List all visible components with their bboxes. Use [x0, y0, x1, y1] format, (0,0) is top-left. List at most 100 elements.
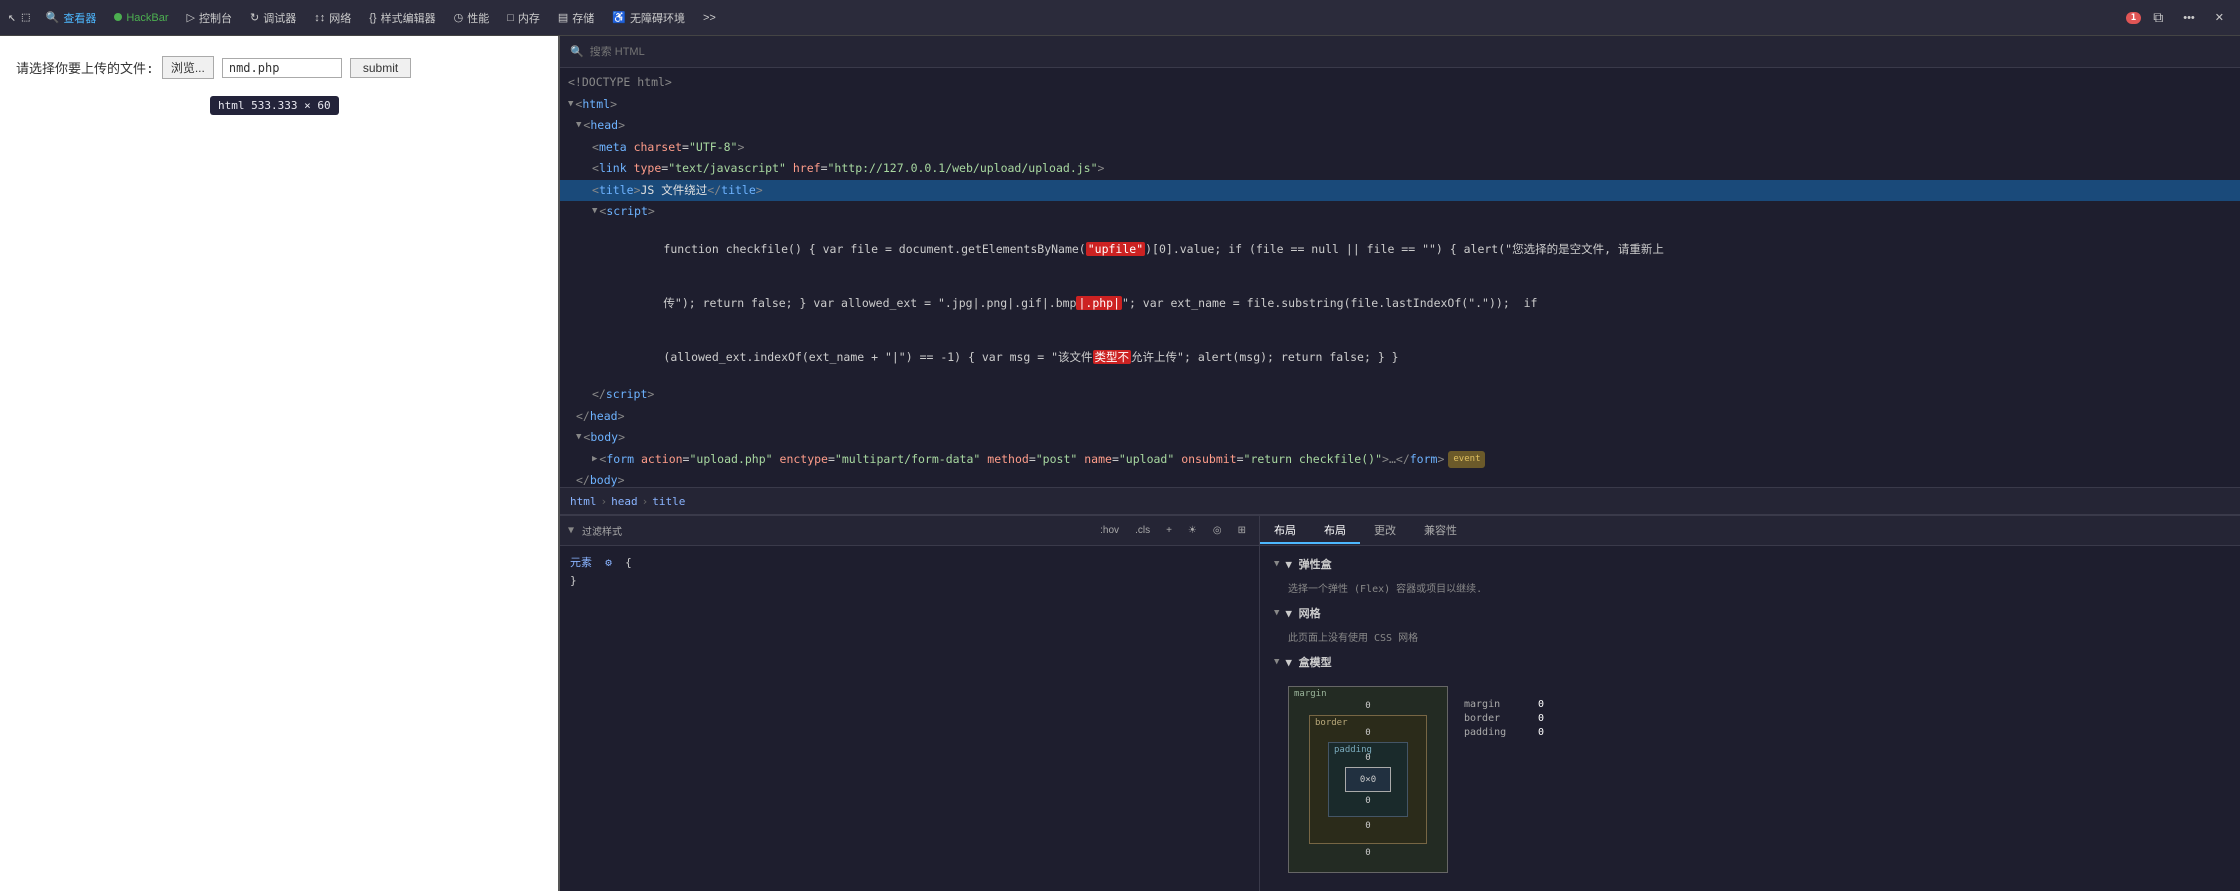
margin-label: margin	[1294, 689, 1327, 699]
padding-bottom-val: 0	[1345, 796, 1391, 806]
gear-icon: ⚙	[605, 556, 612, 569]
layout-panel: 布局 布局 更改 兼容性 ▼ ▼ 弹性盒 选择一个弹性 (Flex) 容器或项目…	[1260, 516, 2240, 891]
memory-icon: □	[507, 12, 514, 24]
layout-content: ▼ ▼ 弹性盒 选择一个弹性 (Flex) 容器或项目以继续. ▼ ▼ 网格 此…	[1260, 546, 2240, 891]
grid-desc: 此页面上没有使用 CSS 网格	[1288, 629, 2226, 644]
border-bottom-val: 0	[1328, 821, 1408, 831]
styles-content: 元素 ⚙ { }	[560, 546, 1259, 891]
accessibility-icon: ♿	[612, 11, 626, 24]
accessibility-tab-btn[interactable]: ♿ 无障碍环境	[604, 7, 693, 29]
box-model-section-header[interactable]: ▼ ▼ 盒模型	[1274, 654, 2226, 670]
script-collapse-arrow[interactable]: ▼	[592, 204, 597, 219]
color-scheme-btn[interactable]: ◎	[1208, 523, 1227, 538]
styles-toolbar: ▼ 过滤样式 :hov .cls + ☀ ◎ ⊞	[560, 516, 1259, 546]
search-icon: 🔍	[570, 45, 584, 58]
doctype-line[interactable]: <!DOCTYPE html>	[560, 72, 2240, 94]
flex-desc: 选择一个弹性 (Flex) 容器或项目以继续.	[1288, 580, 2226, 595]
breadcrumb-sep-1: ›	[601, 495, 608, 508]
layout-grid-btn[interactable]: ⊞	[1233, 523, 1251, 538]
box-model-diagram-container: margin 0 border 0	[1288, 686, 2212, 873]
tab-compat[interactable]: 兼容性	[1410, 518, 1471, 544]
upload-label: 请选择你要上传的文件:	[16, 58, 154, 77]
form-collapse-arrow[interactable]: ▶	[592, 452, 597, 467]
margin-box: margin 0 border 0	[1288, 686, 1448, 873]
flex-arrow: ▼	[1274, 559, 1279, 569]
more-options-btn[interactable]: •••	[2175, 9, 2203, 27]
body-collapse-arrow[interactable]: ▼	[576, 430, 581, 445]
padding-num-val: 0	[1538, 727, 1544, 738]
hov-button[interactable]: :hov	[1095, 523, 1124, 538]
layout-tabs: 布局 布局 更改 兼容性	[1260, 516, 2240, 546]
main-layout: 请选择你要上传的文件: 浏览... nmd.php submit html 53…	[0, 36, 2240, 891]
border-num-val: 0	[1538, 713, 1544, 724]
cls-button[interactable]: .cls	[1130, 523, 1155, 538]
error-badge: 1	[2126, 12, 2141, 24]
performance-tab-btn[interactable]: ◷ 性能	[446, 7, 498, 29]
body-close-line[interactable]: </body>	[560, 470, 2240, 487]
html-collapse-arrow[interactable]: ▼	[568, 97, 573, 112]
border-top-val: 0	[1328, 728, 1408, 738]
cursor-icon[interactable]: ↖	[8, 10, 16, 25]
event-badge[interactable]: event	[1448, 451, 1485, 468]
border-num-row: border 0	[1464, 713, 1544, 724]
flex-section-header[interactable]: ▼ ▼ 弹性盒	[1274, 556, 2226, 572]
upload-form-area: 请选择你要上传的文件: 浏览... nmd.php submit	[0, 36, 558, 99]
inspector-icon: 🔍	[46, 11, 60, 24]
tab-computed[interactable]: 布局	[1310, 518, 1360, 544]
head-close-line[interactable]: </head>	[560, 406, 2240, 428]
box-model-area: margin 0 border 0	[1274, 678, 2226, 881]
meta-line[interactable]: <meta charset="UTF-8">	[560, 137, 2240, 159]
light-mode-btn[interactable]: ☀	[1183, 523, 1202, 538]
close-brace-rule: }	[570, 574, 1249, 587]
close-devtools-btn[interactable]: ✕	[2207, 8, 2232, 27]
debugger-icon: ↻	[250, 11, 259, 24]
breadcrumb-title[interactable]: title	[652, 495, 685, 508]
browse-button[interactable]: 浏览...	[162, 56, 214, 79]
network-icon: ↕↕	[314, 12, 325, 24]
script-open-line[interactable]: ▼ <script>	[560, 201, 2240, 223]
flex-title: ▼ 弹性盒	[1285, 556, 1331, 572]
element-rule: 元素 ⚙ {	[570, 554, 1249, 570]
head-collapse-arrow[interactable]: ▼	[576, 118, 581, 133]
memory-tab-btn[interactable]: □ 内存	[499, 7, 548, 29]
tab-layout[interactable]: 布局	[1260, 518, 1310, 544]
hackbar-dot	[114, 12, 122, 24]
filter-icon: ▼	[568, 525, 574, 536]
style-icon: {}	[369, 12, 376, 24]
top-toolbar: ↖ ⬚ 🔍 查看器 HackBar ▷ 控制台 ↻ 调试器 ↕↕ 网络 {} 样…	[0, 0, 2240, 36]
perf-icon: ◷	[454, 11, 464, 24]
box-arrow: ▼	[1274, 657, 1279, 667]
head-open-line[interactable]: ▼ <head>	[560, 115, 2240, 137]
styles-tools: :hov .cls + ☀ ◎ ⊞	[1095, 523, 1251, 538]
script-close-line[interactable]: </script>	[560, 384, 2240, 406]
link-line[interactable]: <link type="text/javascript" href="http:…	[560, 158, 2240, 180]
console-tab-btn[interactable]: ▷ 控制台	[179, 7, 240, 29]
border-label: border	[1315, 718, 1348, 728]
more-tools-btn[interactable]: >>	[695, 9, 724, 27]
grid-section-header[interactable]: ▼ ▼ 网格	[1274, 605, 2226, 621]
title-line[interactable]: <title>JS 文件绕过</title>	[560, 180, 2240, 202]
box-select-icon[interactable]: ⬚	[22, 10, 30, 25]
resize-devtools-btn[interactable]: ⧉	[2145, 6, 2171, 29]
breadcrumb-html[interactable]: html	[570, 495, 597, 508]
submit-button[interactable]: submit	[350, 58, 411, 78]
inspector-tab-btn[interactable]: 🔍 查看器	[38, 7, 105, 29]
hackbar-tab-btn[interactable]: HackBar	[106, 9, 176, 27]
html-search-input[interactable]	[590, 46, 2230, 58]
add-rule-btn[interactable]: +	[1161, 523, 1177, 538]
network-tab-btn[interactable]: ↕↕ 网络	[306, 7, 359, 29]
script-content-3: (allowed_ext.indexOf(ext_name + "|") == …	[560, 330, 2240, 384]
breadcrumb-sep-2: ›	[642, 495, 649, 508]
body-open-line[interactable]: ▼ <body>	[560, 427, 2240, 449]
debugger-tab-btn[interactable]: ↻ 调试器	[242, 7, 304, 29]
box-model-numbers: margin 0 border 0 padding 0	[1464, 696, 1544, 741]
margin-bottom-val: 0	[1309, 848, 1427, 858]
tab-changes[interactable]: 更改	[1360, 518, 1410, 544]
content-dimensions: 0×0	[1360, 775, 1376, 785]
style-editor-tab-btn[interactable]: {} 样式编辑器	[361, 7, 443, 29]
storage-tab-btn[interactable]: ▤ 存储	[550, 7, 602, 29]
breadcrumb-head[interactable]: head	[611, 495, 638, 508]
filter-label: 过滤样式	[582, 523, 622, 538]
html-open-line[interactable]: ▼ <html>	[560, 94, 2240, 116]
form-line[interactable]: ▶ <form action="upload.php" enctype="mul…	[560, 449, 2240, 471]
